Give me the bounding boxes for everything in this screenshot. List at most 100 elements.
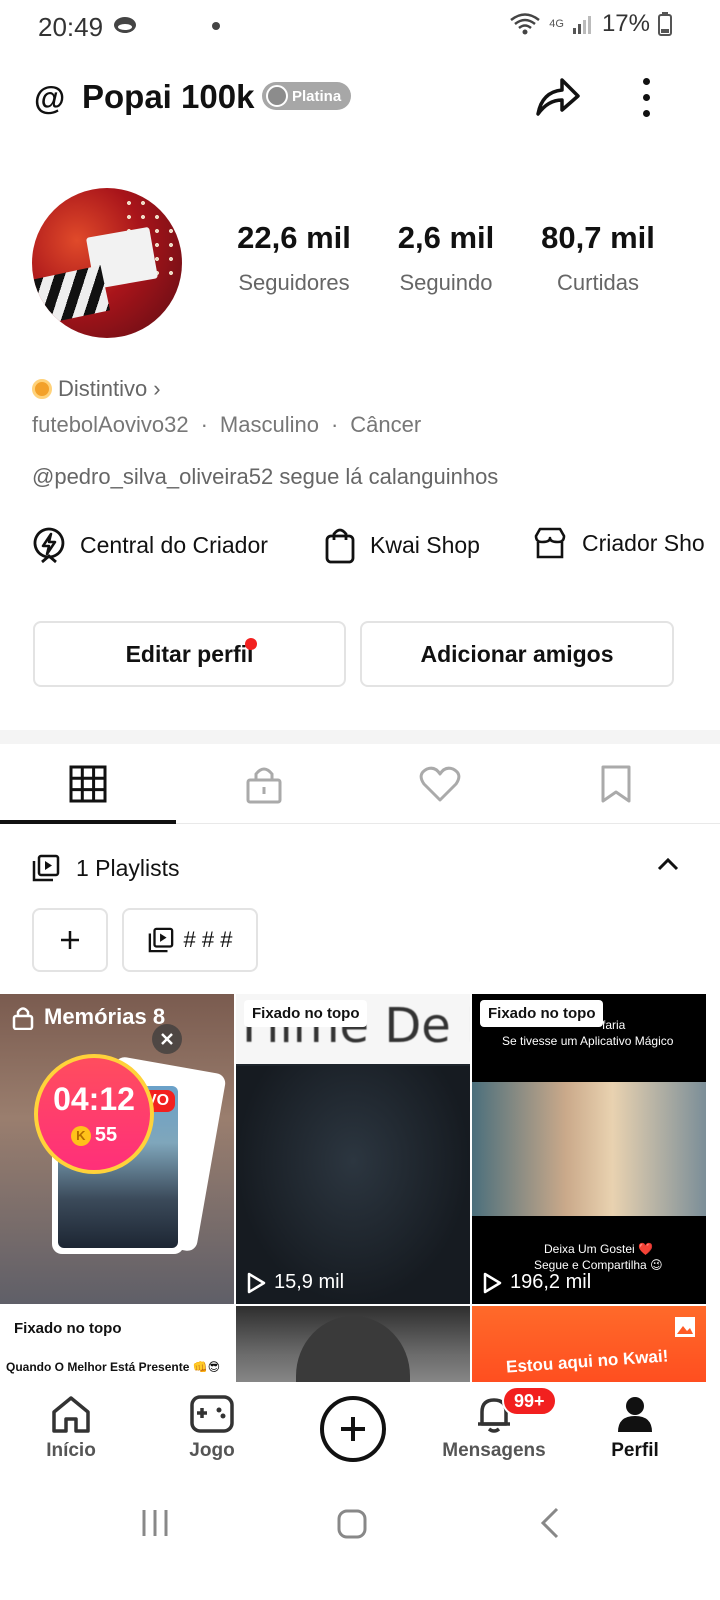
video-card-5[interactable] <box>236 1306 470 1384</box>
edit-profile-dot <box>245 638 257 650</box>
video-grid: Memórias 8 VO 04:12 K 55 Filme De R Fixa… <box>0 994 720 1384</box>
following-label: Seguindo <box>399 270 493 295</box>
avatar-clapper <box>32 265 111 325</box>
content-tabs <box>0 744 720 824</box>
video-thumbnail <box>236 1066 470 1304</box>
views-text: 15,9 mil <box>274 1271 345 1293</box>
edit-profile-button[interactable]: Editar perfil <box>33 621 346 687</box>
caption-top-2: Se tivesse um Aplicativo Mágico <box>502 1034 674 1048</box>
avatar[interactable] <box>32 188 182 338</box>
close-button[interactable] <box>152 1024 182 1054</box>
playlist-icon <box>148 927 173 953</box>
kwai-shop-link[interactable]: Kwai Shop <box>324 526 480 564</box>
profile-gender: Masculino <box>219 412 319 437</box>
likes-stat[interactable]: 80,7 mil Curtidas <box>526 220 670 296</box>
play-icon <box>483 1272 502 1293</box>
followers-count: 22,6 mil <box>237 220 351 255</box>
coins-count: 55 <box>94 1124 118 1146</box>
following-stat[interactable]: 2,6 mil Seguindo <box>376 220 516 296</box>
home-icon <box>52 1396 90 1433</box>
status-time: 20:49 <box>38 12 104 42</box>
tab-saved[interactable] <box>528 744 704 824</box>
caption-bottom: Deixa Um Gostei ❤️ <box>544 1242 653 1256</box>
meta-separator: · <box>200 412 208 437</box>
video-card-2[interactable]: Filme De R Fixado no topo 15,9 mil <box>236 994 470 1304</box>
kwai-shop-label: Kwai Shop <box>370 531 480 558</box>
nav-profile-label: Perfil <box>611 1440 659 1461</box>
nav-messages-label: Mensagens <box>442 1440 546 1461</box>
more-options-button[interactable] <box>630 72 662 122</box>
timer-badge: 04:12 K 55 <box>34 1054 154 1174</box>
edit-profile-label: Editar perfil <box>125 640 254 667</box>
following-count: 2,6 mil <box>397 220 495 255</box>
followers-label: Seguidores <box>238 270 350 295</box>
creator-center-label: Central do Criador <box>80 531 268 558</box>
status-dot <box>212 22 220 30</box>
platina-badge[interactable]: Platina <box>262 82 352 110</box>
video-card-3[interactable]: faria Se tivesse um Aplicativo Mágico De… <box>472 994 706 1304</box>
tab-private[interactable] <box>176 744 352 824</box>
pinned-label: Fixado no topo <box>480 1000 604 1027</box>
nav-game[interactable]: Jogo <box>152 1394 272 1462</box>
at-icon: @ <box>34 80 66 116</box>
home-button-icon[interactable] <box>336 1508 368 1540</box>
caption-bottom-2: Segue e Compartilha 😉 <box>534 1258 663 1272</box>
timer-text: 04:12 <box>53 1081 135 1117</box>
video-card-memories[interactable]: Memórias 8 VO 04:12 K 55 <box>0 994 234 1304</box>
gamepad-icon <box>190 1395 234 1433</box>
network-type: 4G <box>549 18 564 30</box>
create-button[interactable] <box>320 1396 386 1462</box>
playlist-item[interactable]: # # # <box>122 908 258 972</box>
section-divider <box>0 730 720 744</box>
likes-count: 80,7 mil <box>541 220 655 255</box>
nav-game-label: Jogo <box>189 1440 235 1461</box>
tab-liked[interactable] <box>352 744 528 824</box>
lightning-icon <box>33 527 65 564</box>
chevron-up-icon[interactable] <box>656 854 680 874</box>
add-friends-label: Adicionar amigos <box>420 640 614 667</box>
creator-center-link[interactable]: Central do Criador <box>32 526 268 564</box>
video-caption: Quando O Melhor Está Presente 👊😎 <box>6 1360 221 1374</box>
profile-bio: @pedro_silva_oliveira52 segue lá calangu… <box>32 464 499 489</box>
system-navigation <box>0 1490 720 1600</box>
profile-handle: futebolAovivo32 <box>32 412 189 437</box>
person-icon <box>618 1397 652 1432</box>
meta-separator: · <box>330 412 339 437</box>
username: Popai 100k <box>82 78 255 115</box>
view-count: 15,9 mil <box>246 1271 344 1294</box>
video-card-4[interactable]: Fixado no topo Quando O Melhor Está Pres… <box>0 1306 234 1384</box>
add-friends-button[interactable]: Adicionar amigos <box>360 621 674 687</box>
add-playlist-button[interactable] <box>32 908 108 972</box>
profile-meta: futebolAovivo32 · Masculino · Câncer <box>32 412 421 438</box>
video-card-6[interactable]: Estou aqui no Kwai! <box>472 1306 706 1384</box>
active-tab-indicator <box>0 820 176 824</box>
likes-label: Curtidas <box>557 270 639 295</box>
followers-stat[interactable]: 22,6 mil Seguidores <box>224 220 364 296</box>
recent-apps-icon[interactable] <box>140 1508 170 1538</box>
nav-profile[interactable]: Perfil <box>575 1394 695 1462</box>
profile-sign: Câncer <box>350 412 422 437</box>
hood-thumbnail <box>296 1316 410 1384</box>
more-dot-icon <box>642 93 650 101</box>
bookmark-icon <box>601 765 631 803</box>
nav-home[interactable]: Início <box>11 1394 131 1462</box>
tab-posts[interactable] <box>0 744 176 824</box>
heart-icon <box>419 766 461 802</box>
playlists-header[interactable]: 1 Playlists <box>32 850 692 886</box>
play-icon <box>247 1272 266 1293</box>
share-icon <box>536 78 580 116</box>
distintivo-link[interactable]: Distintivo › <box>32 376 161 402</box>
signal-icon <box>572 16 591 34</box>
status-bar: 20:49 4G 17% <box>0 0 720 54</box>
pinned-label: Fixado no topo <box>244 1000 368 1027</box>
messages-badge: 99+ <box>502 1386 557 1416</box>
playlists-title: 1 Playlists <box>76 854 180 881</box>
creator-shop-label: Criador Sho <box>582 529 705 556</box>
share-button[interactable] <box>532 72 582 122</box>
shopping-bag-icon <box>325 528 355 564</box>
back-icon[interactable] <box>538 1506 562 1540</box>
video-caption: Estou aqui no Kwai! <box>505 1346 669 1377</box>
coin-icon: K <box>70 1125 91 1146</box>
creator-shop-link[interactable]: Criador Sho <box>532 526 705 560</box>
playlist-icon <box>32 854 60 882</box>
